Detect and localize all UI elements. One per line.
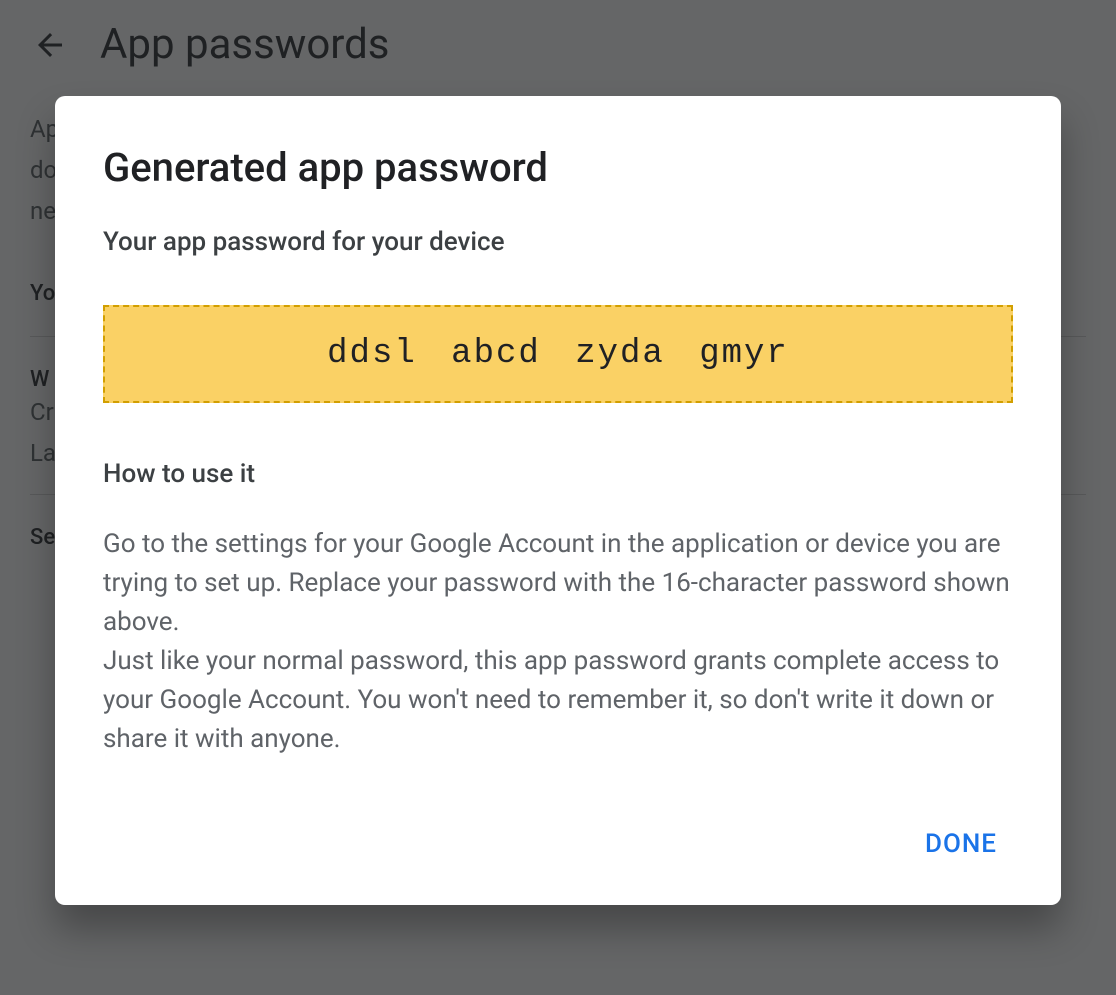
- generated-password-value[interactable]: ddsl abcd zyda gmyr: [103, 305, 1013, 403]
- howto-title: How to use it: [103, 459, 1013, 489]
- howto-text: Go to the settings for your Google Accou…: [103, 525, 1013, 759]
- modal-title: Generated app password: [103, 144, 1013, 191]
- modal-footer: DONE: [103, 799, 1013, 869]
- generated-password-modal: Generated app password Your app password…: [55, 96, 1061, 905]
- modal-subtitle: Your app password for your device: [103, 227, 1013, 257]
- done-button[interactable]: DONE: [909, 819, 1013, 869]
